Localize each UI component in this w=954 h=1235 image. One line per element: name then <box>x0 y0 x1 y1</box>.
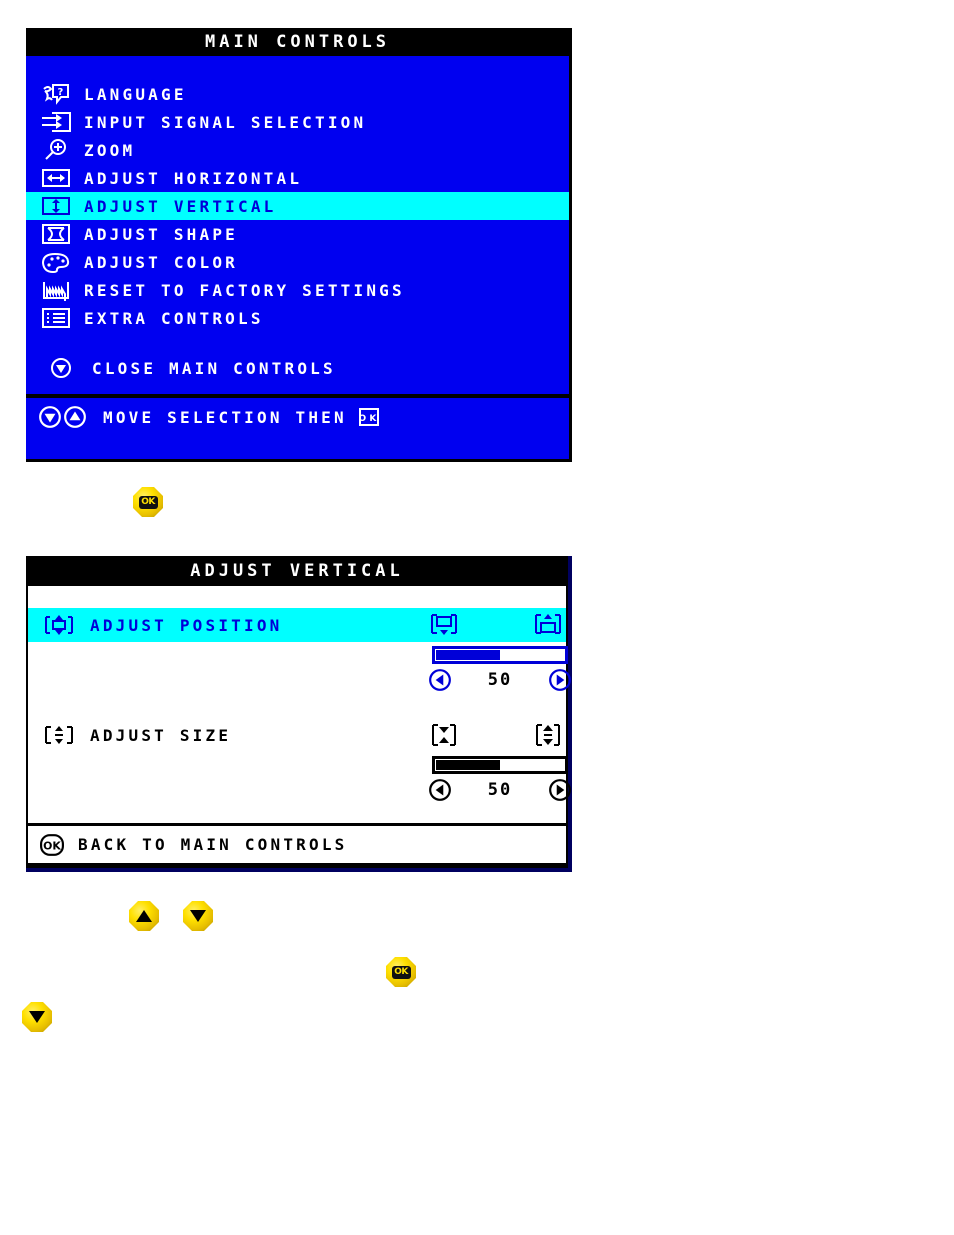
down-arrow-circle-icon <box>48 356 74 380</box>
menu-item-extra-controls[interactable]: EXTRA CONTROLS <box>26 304 569 332</box>
menu-item-label: CLOSE MAIN CONTROLS <box>92 358 336 378</box>
main-controls-title: MAIN CONTROLS <box>26 28 569 56</box>
adjust-vertical-icon <box>38 194 74 218</box>
status-bar-text-group: MOVE SELECTION THEN OK <box>103 408 379 427</box>
row-action-icons <box>428 718 564 752</box>
adjust-size-slider[interactable] <box>432 756 568 774</box>
adjust-color-icon <box>38 250 74 274</box>
main-controls-menu-list: ? LANGUAGE INPUT SIGNAL SELECTION ZOOM A… <box>26 56 569 398</box>
down-arrow-circle-icon <box>38 405 62 429</box>
menu-spacer <box>26 332 569 354</box>
adjust-size-value-row: 50 <box>428 776 572 804</box>
adjust-position-slider[interactable] <box>432 646 568 664</box>
down-button[interactable] <box>183 901 213 931</box>
menu-item-adjust-horizontal[interactable]: ADJUST HORIZONTAL <box>26 164 569 192</box>
menu-item-label: EXTRA CONTROLS <box>84 308 264 328</box>
right-arrow-circle-icon[interactable] <box>548 778 572 802</box>
size-vertical-icon <box>42 723 84 747</box>
position-bar-container <box>28 642 568 666</box>
adjust-position-value-row: 50 <box>428 666 572 694</box>
shrink-vertical-icon[interactable] <box>428 722 460 748</box>
down-button-last[interactable] <box>22 1002 52 1032</box>
row-adjust-size[interactable]: ADJUST SIZE <box>28 718 566 752</box>
menu-item-adjust-shape[interactable]: ADJUST SHAPE <box>26 220 569 248</box>
move-up-icon[interactable] <box>532 612 564 638</box>
ok-key-icon: OK <box>40 833 64 856</box>
adjust-size-slider-fill <box>436 760 500 770</box>
input-signal-icon <box>38 110 74 134</box>
sub-panel-top-spacer <box>28 586 566 608</box>
expand-vertical-icon[interactable] <box>532 722 564 748</box>
size-value-container: 50 <box>28 776 571 806</box>
menu-item-language[interactable]: ? LANGUAGE <box>26 80 569 108</box>
ok-button-top[interactable]: OK <box>133 487 163 517</box>
ok-key-icon: OK <box>358 408 379 426</box>
row-action-icons <box>428 608 564 642</box>
size-bar-container <box>28 752 568 776</box>
menu-item-adjust-vertical[interactable]: ADJUST VERTICAL <box>26 192 569 220</box>
menu-item-label: ADJUST COLOR <box>84 252 238 272</box>
up-arrow-icon <box>129 901 159 931</box>
adjust-vertical-rows: ADJUST POSITION 50 ADJUST SIZE 50 <box>26 586 571 826</box>
menu-item-label: INPUT SIGNAL SELECTION <box>84 112 367 132</box>
row-adjust-position[interactable]: ADJUST POSITION <box>28 608 566 642</box>
menu-item-close-main-controls[interactable]: CLOSE MAIN CONTROLS <box>26 354 569 382</box>
svg-text:OK: OK <box>43 839 61 852</box>
row-label: ADJUST POSITION <box>90 615 283 635</box>
menu-item-label: RESET TO FACTORY SETTINGS <box>84 280 405 300</box>
position-value-container: 50 <box>28 666 571 696</box>
reset-factory-icon <box>38 278 74 302</box>
right-arrow-circle-icon[interactable] <box>548 668 572 692</box>
svg-text:OK: OK <box>359 414 379 424</box>
status-bar-label: MOVE SELECTION THEN <box>103 407 347 427</box>
adjust-horizontal-icon <box>38 166 74 190</box>
zoom-icon <box>38 138 74 162</box>
down-arrow-icon <box>183 901 213 931</box>
menu-item-adjust-color[interactable]: ADJUST COLOR <box>26 248 569 276</box>
sub-panel-mid-spacer <box>28 696 566 718</box>
ok-key-icon: OK <box>133 487 163 517</box>
ok-button-bottom[interactable]: OK <box>386 957 416 987</box>
menu-item-label: ADJUST HORIZONTAL <box>84 168 303 188</box>
menu-item-input-signal-selection[interactable]: INPUT SIGNAL SELECTION <box>26 108 569 136</box>
main-controls-osd-panel: MAIN CONTROLS ? LANGUAGE INPUT SIGNAL SE… <box>26 28 572 462</box>
adjust-vertical-title: ADJUST VERTICAL <box>26 556 568 586</box>
move-down-icon[interactable] <box>428 612 460 638</box>
left-arrow-circle-icon[interactable] <box>428 668 452 692</box>
adjust-size-value: 50 <box>487 780 513 800</box>
main-controls-status-bar: MOVE SELECTION THEN OK <box>26 398 569 436</box>
menu-item-label: LANGUAGE <box>84 84 187 104</box>
back-to-main-controls-label: BACK TO MAIN CONTROLS <box>78 835 348 854</box>
position-vertical-icon <box>42 613 84 637</box>
up-button[interactable] <box>129 901 159 931</box>
svg-text:?: ? <box>58 87 64 98</box>
up-arrow-circle-icon <box>63 405 87 429</box>
adjust-vertical-osd-panel: ADJUST VERTICAL ADJUST POSITION 50 ADJUS… <box>26 556 572 872</box>
adjust-shape-icon <box>38 222 74 246</box>
adjust-position-value: 50 <box>487 670 513 690</box>
adjust-position-slider-fill <box>436 650 500 660</box>
menu-item-reset-to-factory-settings[interactable]: RESET TO FACTORY SETTINGS <box>26 276 569 304</box>
status-bar-arrow-icons <box>38 405 87 429</box>
down-arrow-icon <box>22 1002 52 1032</box>
language-icon: ? <box>38 82 74 106</box>
ok-key-icon: OK <box>386 957 416 987</box>
menu-item-label: ZOOM <box>84 140 136 160</box>
extra-controls-icon <box>38 306 74 330</box>
menu-item-label: ADJUST SHAPE <box>84 224 238 244</box>
left-arrow-circle-icon[interactable] <box>428 778 452 802</box>
back-to-main-controls-row[interactable]: OK BACK TO MAIN CONTROLS <box>26 826 568 868</box>
row-label: ADJUST SIZE <box>90 725 232 745</box>
menu-item-zoom[interactable]: ZOOM <box>26 136 569 164</box>
menu-item-label: ADJUST VERTICAL <box>84 196 277 216</box>
